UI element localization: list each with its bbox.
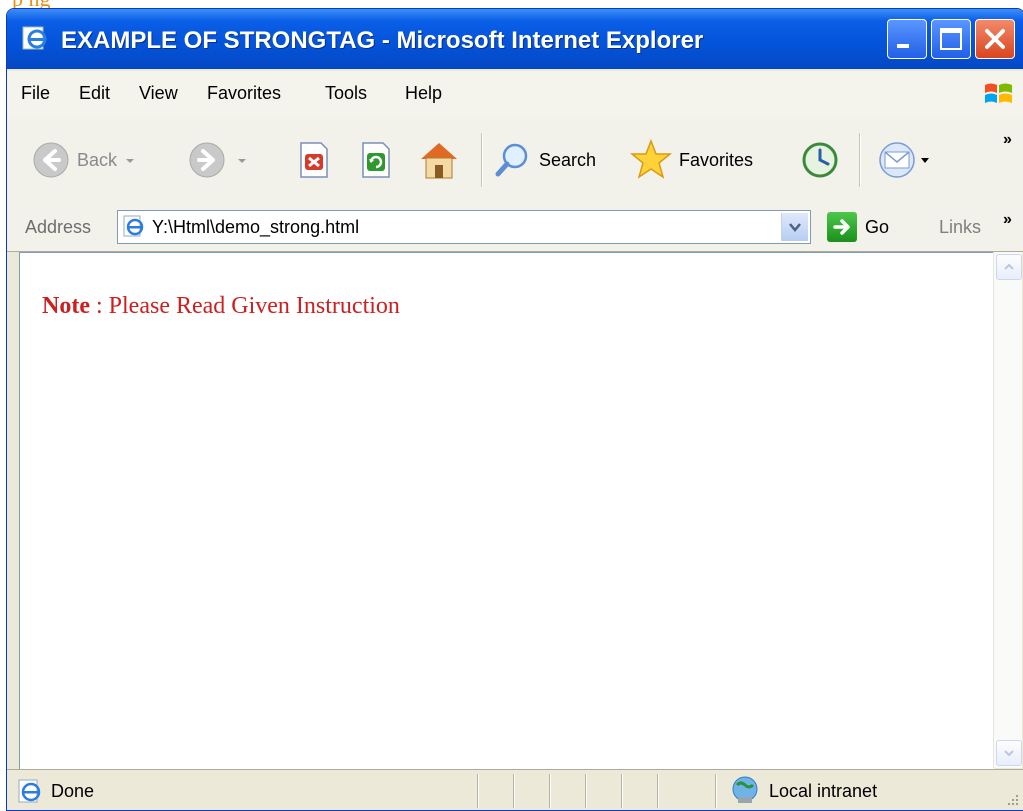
status-pane-divider	[621, 774, 623, 808]
home-icon	[421, 143, 457, 179]
address-url: Y:\Html\demo_strong.html	[152, 217, 360, 237]
page-content: Note : Please Read Given Instruction	[19, 252, 994, 769]
mail-button[interactable]	[875, 136, 931, 184]
favorites-label: Favorites	[679, 149, 754, 170]
stop-icon	[300, 142, 328, 178]
ie-page-icon	[18, 779, 41, 803]
menu-file[interactable]: File	[21, 83, 50, 104]
mail-icon	[879, 142, 915, 178]
back-arrow-icon	[33, 142, 69, 178]
search-button[interactable]: Search	[493, 136, 596, 184]
stop-button[interactable]	[295, 136, 333, 184]
forward-arrow-icon	[189, 142, 225, 178]
search-label: Search	[539, 149, 597, 170]
refresh-button[interactable]	[357, 136, 395, 184]
go-arrow-icon	[827, 212, 857, 242]
toolbar-overflow-chevron[interactable]: »	[1003, 131, 1012, 149]
security-zone-label: Local intranet	[769, 781, 878, 801]
address-bar: Address Y:\Html\demo_strong.html Go Link…	[7, 203, 1023, 252]
chevron-down-icon	[126, 159, 135, 163]
favorites-star-icon	[629, 138, 673, 179]
address-label: Address	[25, 217, 92, 237]
status-pane-divider	[477, 774, 479, 808]
refresh-icon	[362, 142, 390, 178]
address-input[interactable]: Y:\Html\demo_strong.html	[117, 210, 811, 244]
note-strong-label: Note	[42, 293, 90, 319]
status-pane-divider	[549, 774, 551, 808]
minimize-icon	[897, 44, 909, 48]
maximize-icon	[940, 28, 962, 50]
chevron-down-icon	[1004, 750, 1014, 757]
menu-bar: File Edit View Favorites Tools Help	[7, 71, 1023, 118]
title-bar[interactable]: EXAMPLE OF STRONGTAG - Microsoft Interne…	[7, 9, 1023, 69]
go-button[interactable]: Go	[827, 212, 889, 242]
home-button[interactable]	[417, 136, 461, 184]
note-message: : Please Read Given Instruction	[89, 293, 400, 319]
menu-favorites[interactable]: Favorites	[207, 83, 281, 104]
intranet-icon	[732, 776, 758, 803]
close-icon	[985, 29, 1005, 49]
toolbar-separator	[481, 133, 483, 187]
menu-help[interactable]: Help	[405, 83, 442, 104]
resize-grip-icon[interactable]	[1006, 793, 1020, 807]
windows-flag-icon	[985, 83, 1012, 103]
history-button[interactable]	[799, 136, 841, 184]
status-pane-divider	[585, 774, 587, 808]
toolbar-separator	[859, 133, 861, 187]
history-icon	[802, 142, 838, 178]
minimize-button[interactable]	[887, 19, 927, 59]
status-bar: Done Local intranet	[7, 769, 1023, 810]
scroll-down-button[interactable]	[996, 740, 1022, 766]
menu-view[interactable]: View	[139, 83, 178, 104]
close-button[interactable]	[975, 19, 1015, 59]
chevron-up-icon	[1004, 263, 1014, 270]
back-label: Back	[77, 149, 118, 170]
note-text: Note : Please Read Given Instruction	[42, 293, 400, 320]
standard-toolbar: Back Search Favorites »	[7, 117, 1023, 204]
search-icon	[495, 143, 528, 177]
chevron-down-icon	[921, 158, 929, 163]
favorites-button[interactable]: Favorites	[629, 136, 753, 184]
links-button[interactable]: Links	[939, 217, 981, 238]
status-pane-divider	[657, 774, 659, 808]
ie-page-icon	[22, 26, 47, 50]
chevron-down-icon	[238, 159, 246, 163]
status-pane-divider	[715, 774, 717, 808]
vertical-scrollbar[interactable]	[993, 252, 1022, 768]
status-pane-divider	[513, 774, 515, 808]
back-button[interactable]: Back	[31, 136, 137, 184]
scroll-up-button[interactable]	[996, 254, 1022, 280]
window-title: EXAMPLE OF STRONGTAG - Microsoft Interne…	[61, 27, 704, 54]
forward-button[interactable]	[187, 136, 249, 184]
menu-tools[interactable]: Tools	[325, 83, 367, 104]
menu-edit[interactable]: Edit	[79, 83, 110, 104]
status-text: Done	[51, 781, 95, 801]
maximize-button[interactable]	[931, 19, 971, 59]
chevron-down-icon	[789, 223, 801, 232]
address-dropdown-button[interactable]	[781, 213, 808, 241]
ie-page-icon	[123, 215, 144, 237]
browser-window: EXAMPLE OF STRONGTAG - Microsoft Interne…	[6, 8, 1023, 811]
go-label: Go	[865, 216, 890, 237]
links-overflow-chevron[interactable]: »	[1003, 211, 1012, 229]
